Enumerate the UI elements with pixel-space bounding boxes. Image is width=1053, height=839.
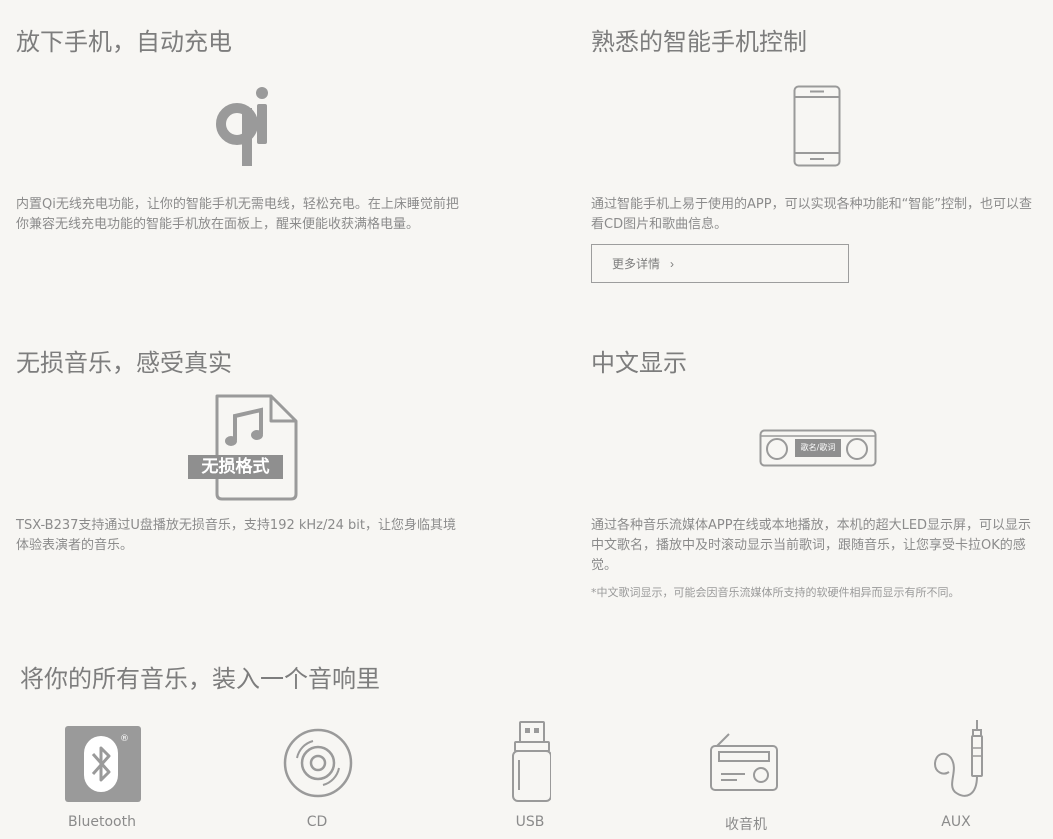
bluetooth-icon: ® — [65, 726, 141, 802]
lyrics-display-text: 歌名/歌词 — [800, 443, 836, 452]
chevron-right-icon: › — [670, 256, 675, 271]
led-display-icon: 歌名/歌词 — [759, 429, 877, 467]
source-label-usb: USB — [515, 814, 545, 830]
lossless-file-icon: 无损格式 — [187, 394, 299, 502]
source-label-cd: CD — [306, 814, 328, 830]
feature-title-display: 中文显示 — [591, 349, 687, 377]
feature-desc-app: 通过智能手机上易于使用的APP，可以实现各种功能和“智能”控制，也可以查看CD图… — [591, 197, 1033, 232]
sources-section-title: 将你的所有音乐，装入一个音响里 — [20, 665, 380, 693]
radio-icon — [709, 732, 779, 792]
more-details-button[interactable]: 更多详情 › — [591, 244, 849, 283]
source-label-bluetooth: Bluetooth — [68, 814, 136, 830]
usb-drive-icon — [511, 720, 551, 804]
aux-cable-icon — [929, 718, 989, 804]
feature-desc-display: 通过各种音乐流媒体APP在线或本地播放，本机的超大LED显示屏，可以显示中文歌名… — [591, 518, 1032, 573]
registered-mark: ® — [120, 734, 129, 744]
cd-icon — [283, 728, 353, 798]
feature-desc-qi: 内置Qi无线充电功能，让你的智能手机无需电线，轻松充电。在上床睡觉前把你兼容无线… — [16, 197, 459, 232]
more-details-label: 更多详情 — [612, 257, 661, 271]
qi-wireless-charging-icon — [216, 86, 270, 168]
source-label-aux: AUX — [941, 814, 971, 830]
feature-note-display: *中文歌词显示，可能会因音乐流媒体所支持的软硬件相异而显示有所不同。 — [591, 586, 960, 599]
smartphone-icon — [793, 85, 841, 167]
lossless-badge-text: 无损格式 — [201, 457, 270, 477]
feature-desc-lossless: TSX-B237支持通过U盘播放无损音乐，支持192 kHz/24 bit，让您… — [16, 518, 457, 553]
feature-title-lossless: 无损音乐，感受真实 — [16, 349, 232, 377]
feature-title-qi: 放下手机，自动充电 — [16, 28, 232, 56]
source-label-radio: 收音机 — [725, 817, 767, 833]
feature-title-app: 熟悉的智能手机控制 — [591, 28, 807, 56]
